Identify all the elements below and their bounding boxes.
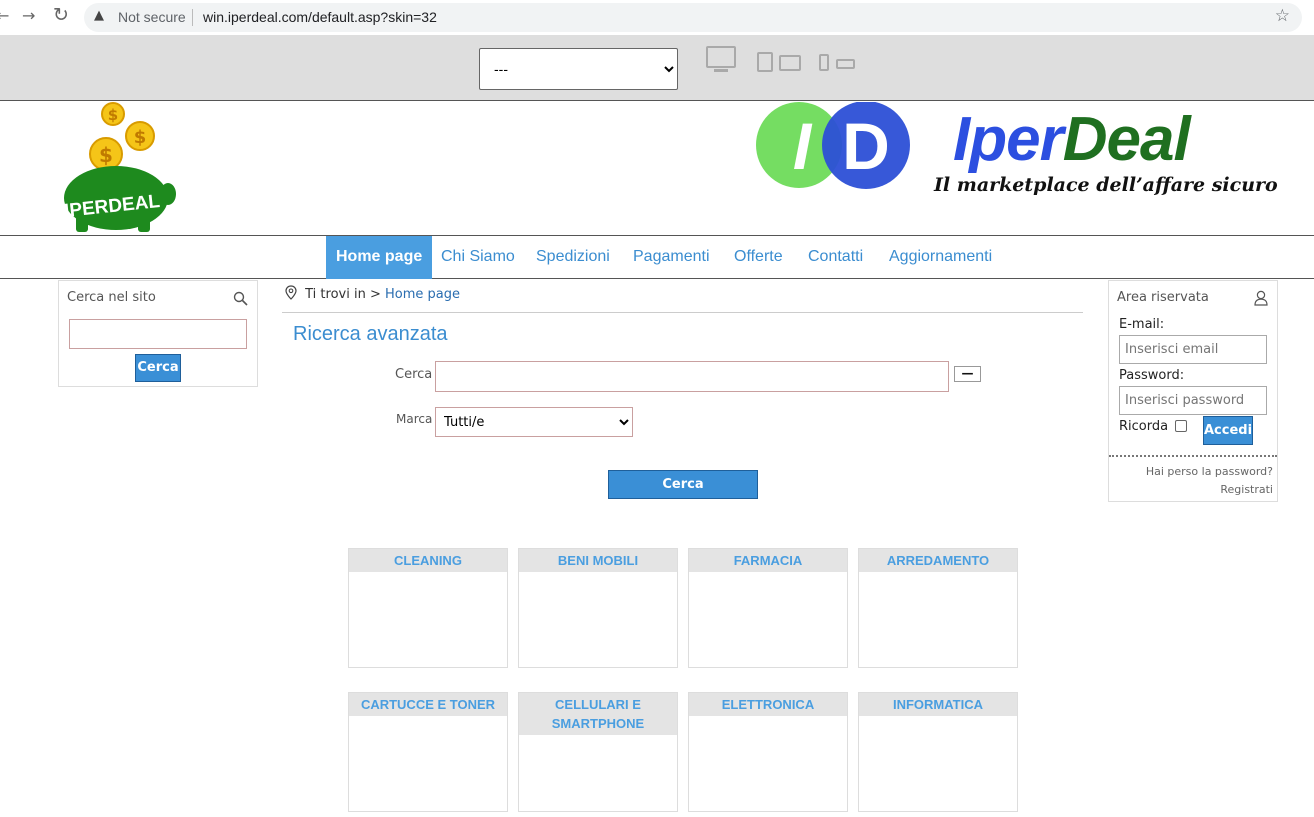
site-header: $ $ $ IPERDEAL I D IperDeal Il marketpla… — [0, 102, 1314, 236]
site-search-title: Cerca nel sito — [67, 290, 156, 305]
browser-toolbar: ← → ↻ ▲ Not secure win.iperdeal.com/defa… — [0, 0, 1314, 35]
url-text[interactable]: win.iperdeal.com/default.asp?skin=32 — [203, 9, 437, 25]
menu-item-chi-siamo[interactable]: Chi Siamo — [441, 236, 515, 279]
remember-checkbox[interactable] — [1175, 420, 1187, 432]
brand-circles-logo: I D — [756, 102, 910, 189]
main-menu: Home page Chi Siamo Spedizioni Pagamenti… — [0, 236, 1314, 279]
piggy-bank-logo[interactable]: $ $ $ IPERDEAL — [58, 102, 178, 234]
category-informatica[interactable]: INFORMATICA — [858, 692, 1018, 812]
marca-select[interactable]: Tutti/e — [435, 407, 633, 437]
marca-label: Marca — [396, 412, 433, 426]
category-arredamento[interactable]: ARREDAMENTO — [858, 548, 1018, 668]
menu-item-contatti[interactable]: Contatti — [808, 236, 863, 279]
register-link[interactable]: Registrati — [1220, 483, 1273, 496]
password-field[interactable] — [1119, 386, 1267, 415]
menu-item-spedizioni[interactable]: Spedizioni — [536, 236, 610, 279]
category-elettronica[interactable]: ELETTRONICA — [688, 692, 848, 812]
reload-icon[interactable]: ↻ — [53, 4, 69, 26]
svg-text:$: $ — [134, 127, 147, 148]
bookmark-star-icon[interactable]: ☆ — [1275, 6, 1290, 26]
forward-icon[interactable]: → — [22, 6, 35, 25]
category-cleaning[interactable]: CLEANING — [348, 548, 508, 668]
search-icon — [233, 291, 248, 306]
back-icon[interactable]: ← — [0, 6, 9, 25]
email-field[interactable] — [1119, 335, 1267, 364]
svg-text:D: D — [842, 109, 890, 183]
user-icon — [1254, 290, 1268, 306]
reserved-area-box: Area riservata E-mail: Password: Ricorda… — [1108, 280, 1278, 502]
svg-text:$: $ — [99, 143, 113, 167]
toggle-button[interactable]: — — [954, 366, 981, 382]
menu-item-offerte[interactable]: Offerte — [734, 236, 783, 279]
category-beni-mobili[interactable]: BENI MOBILI — [518, 548, 678, 668]
advanced-search-input[interactable] — [435, 361, 949, 392]
breadcrumb-home-link[interactable]: Home page — [385, 287, 460, 302]
address-bar[interactable]: ▲ Not secure win.iperdeal.com/default.as… — [84, 3, 1302, 32]
page-title: Ricerca avanzata — [293, 323, 448, 345]
site-search-button[interactable]: Cerca — [135, 354, 181, 382]
breadcrumb: Ti trovi in > Home page — [285, 285, 460, 302]
category-cartucce-e-toner[interactable]: CARTUCCE E TONER — [348, 692, 508, 812]
skin-select[interactable]: --- — [479, 48, 678, 90]
brand-name: IperDeal — [953, 105, 1191, 174]
email-label: E-mail: — [1119, 317, 1165, 332]
svg-text:$: $ — [108, 106, 118, 124]
brand-tagline: Il marketplace dell’affare sicuro — [934, 174, 1278, 196]
menu-item-home[interactable]: Home page — [326, 236, 433, 279]
site-search-input[interactable] — [69, 319, 247, 349]
advanced-search-button[interactable]: Cerca — [608, 470, 758, 499]
security-label: Not secure — [118, 9, 186, 25]
skin-toolbar: --- — [0, 35, 1314, 101]
login-button[interactable]: Accedi — [1203, 416, 1253, 445]
remember-label: Ricorda — [1119, 419, 1169, 434]
reserved-area-title: Area riservata — [1117, 290, 1209, 305]
svg-text:I: I — [793, 109, 813, 183]
category-cellulari-e-smartphone[interactable]: CELLULARI E SMARTPHONE — [518, 692, 678, 812]
cerca-label: Cerca — [395, 367, 433, 382]
menu-item-pagamenti[interactable]: Pagamenti — [633, 236, 710, 279]
category-farmacia[interactable]: FARMACIA — [688, 548, 848, 668]
site-search-box: Cerca nel sito Cerca — [58, 280, 258, 387]
menu-item-aggiornamenti[interactable]: Aggiornamenti — [889, 236, 992, 279]
location-pin-icon — [285, 285, 297, 300]
warning-icon: ▲ — [94, 8, 104, 23]
password-label: Password: — [1119, 368, 1185, 383]
forgot-password-link[interactable]: Hai perso la password? — [1146, 465, 1273, 478]
